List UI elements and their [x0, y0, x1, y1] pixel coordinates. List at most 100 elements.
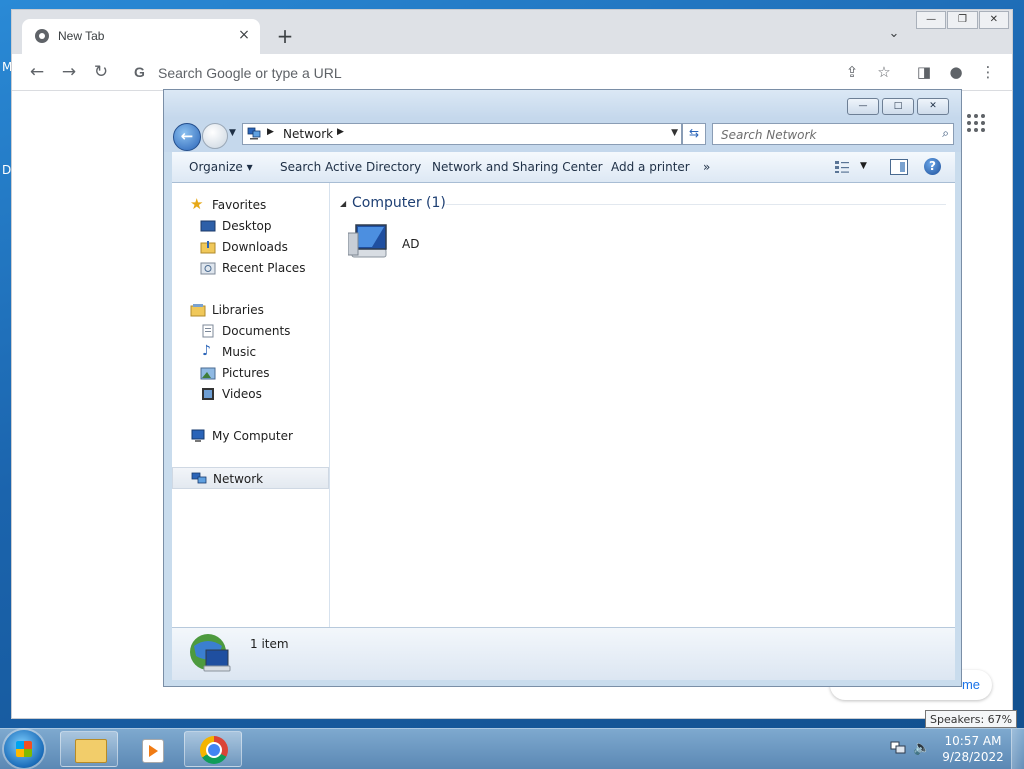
view-dropdown-icon[interactable]: ▼ [860, 161, 867, 171]
nav-item-network[interactable]: Network [172, 467, 329, 489]
media-player-icon [142, 739, 164, 763]
address-path[interactable]: Network [283, 127, 333, 141]
explorer-back-button[interactable]: ← [173, 123, 201, 151]
collapse-group-icon[interactable]: ◢ [340, 199, 346, 208]
address-dropdown-icon[interactable]: ▼ [671, 128, 678, 138]
add-printer-button[interactable]: Add a printer [611, 160, 690, 174]
nav-item-downloads[interactable]: Downloads [172, 237, 329, 257]
speaker-icon[interactable]: 🔈 [913, 740, 930, 756]
command-bar: Organize ▾ Search Active Directory Netwo… [172, 152, 955, 183]
nav-item-label: Downloads [222, 240, 288, 254]
chrome-minimize-button[interactable]: — [916, 11, 947, 29]
taskbar-explorer-button[interactable] [60, 731, 118, 767]
downloads-folder-icon [200, 241, 216, 254]
start-button[interactable] [4, 730, 44, 768]
profile-avatar-icon[interactable]: ● [946, 62, 966, 82]
nav-item-label: Music [222, 345, 257, 359]
breadcrumb-arrow-icon[interactable]: ▶ [337, 127, 344, 137]
chrome-window-controls: — ❐ ✕ [916, 11, 1010, 29]
desktop-icon [200, 220, 216, 232]
tab-search-chevron-icon[interactable]: ⌄ [884, 26, 904, 46]
omnibox-input[interactable] [156, 62, 760, 84]
explorer-address-row: ← ▼ ▶ Network ▶ ▼ ⇆ ⌕ [164, 118, 961, 152]
search-input[interactable] [719, 126, 928, 144]
chrome-restore-button[interactable]: ❐ [947, 11, 978, 29]
new-tab-button[interactable]: + [274, 26, 296, 48]
explorer-forward-button[interactable] [202, 123, 228, 149]
explorer-title-bar[interactable]: — □ ✕ [164, 90, 961, 118]
computer-name: AD [402, 237, 420, 251]
group-divider [446, 204, 946, 205]
taskbar-media-player-button[interactable] [122, 731, 180, 767]
search-active-directory-button[interactable]: Search Active Directory [280, 160, 421, 174]
refresh-icon[interactable]: ⇆ [682, 123, 706, 145]
tab-title: New Tab [58, 29, 105, 43]
search-box[interactable]: ⌕ [712, 123, 954, 145]
explorer-window: — □ ✕ ← ▼ ▶ Network ▶ ▼ ⇆ ⌕ Organize ▾ S… [163, 89, 962, 687]
address-bar[interactable]: ▶ Network ▶ ▼ [242, 123, 682, 145]
network-tray-icon[interactable] [890, 741, 906, 755]
chrome-close-button[interactable]: ✕ [978, 11, 1009, 29]
nav-item-label: Videos [222, 387, 262, 401]
help-icon[interactable]: ? [924, 158, 941, 175]
taskbar-chrome-button[interactable] [184, 731, 242, 767]
explorer-minimize-button[interactable]: — [847, 98, 879, 115]
computer-icon [348, 224, 387, 258]
content-pane: ◢ Computer (1) AD [330, 183, 955, 627]
documents-icon [202, 324, 214, 338]
breadcrumb-arrow-icon[interactable]: ▶ [267, 127, 274, 137]
network-icon [191, 472, 207, 484]
nav-item-label: My Computer [212, 429, 293, 443]
item-count: 1 item [250, 637, 289, 651]
tab-new-tab[interactable]: New Tab × [22, 19, 260, 54]
explorer-close-button[interactable]: ✕ [917, 98, 949, 115]
clock[interactable]: 10:57 AM 9/28/2022 [936, 733, 1010, 765]
clock-date: 9/28/2022 [942, 750, 1004, 764]
nav-item-label: Network [213, 472, 264, 486]
nav-item-music[interactable]: ♪ Music [172, 342, 329, 362]
navigation-pane: ★ Favorites Desktop Downloads Recent Pla… [172, 183, 330, 627]
preview-pane-icon[interactable] [890, 159, 908, 175]
back-arrow-icon[interactable]: ← [26, 61, 48, 83]
nav-item-videos[interactable]: Videos [172, 384, 329, 404]
forward-arrow-icon[interactable]: → [58, 61, 80, 83]
nav-item-my-computer[interactable]: My Computer [172, 426, 329, 446]
pictures-icon [200, 367, 216, 380]
chrome-favicon-icon [35, 29, 49, 43]
change-view-icon[interactable] [834, 160, 850, 174]
chrome-menu-icon[interactable]: ⋮ [978, 62, 998, 82]
nav-item-pictures[interactable]: Pictures [172, 363, 329, 383]
nav-item-libraries[interactable]: Libraries [172, 300, 329, 320]
omnibox[interactable]: G [124, 58, 904, 86]
group-heading[interactable]: Computer (1) [352, 195, 446, 211]
libraries-icon [190, 304, 206, 317]
nav-item-favorites[interactable]: ★ Favorites [172, 195, 329, 215]
recent-pages-dropdown-icon[interactable]: ▼ [229, 128, 236, 138]
explorer-maximize-button[interactable]: □ [882, 98, 914, 115]
search-icon[interactable]: ⌕ [942, 126, 949, 141]
nav-item-recent-places[interactable]: Recent Places [172, 258, 329, 278]
bookmark-star-icon[interactable]: ☆ [874, 62, 894, 82]
chrome-toolbar: ← → ↻ G ⇪ ☆ ◨ ● ⋮ [12, 54, 1012, 91]
show-desktop-button[interactable] [1011, 729, 1024, 769]
tab-close-icon[interactable]: × [234, 25, 254, 45]
desktop-icon-label-m: M [2, 60, 13, 74]
list-item[interactable]: AD [348, 223, 468, 269]
network-sharing-center-button[interactable]: Network and Sharing Center [432, 160, 603, 174]
more-commands-chevron-icon[interactable]: » [703, 160, 710, 174]
nav-item-documents[interactable]: Documents [172, 321, 329, 341]
organize-button[interactable]: Organize ▾ [189, 160, 253, 174]
computer-icon [191, 429, 205, 442]
google-apps-icon[interactable] [967, 114, 985, 132]
details-pane: 1 item [172, 627, 955, 680]
share-icon[interactable]: ⇪ [842, 62, 862, 82]
side-panel-icon[interactable]: ◨ [914, 62, 934, 82]
nav-item-desktop[interactable]: Desktop [172, 216, 329, 236]
reload-icon[interactable]: ↻ [90, 61, 112, 83]
nav-item-label: Documents [222, 324, 291, 338]
chrome-icon [200, 736, 228, 764]
videos-icon [202, 388, 214, 400]
nav-item-label: Libraries [212, 303, 264, 317]
taskbar: 🔈 10:57 AM 9/28/2022 [0, 728, 1024, 769]
music-note-icon: ♪ [202, 343, 211, 359]
